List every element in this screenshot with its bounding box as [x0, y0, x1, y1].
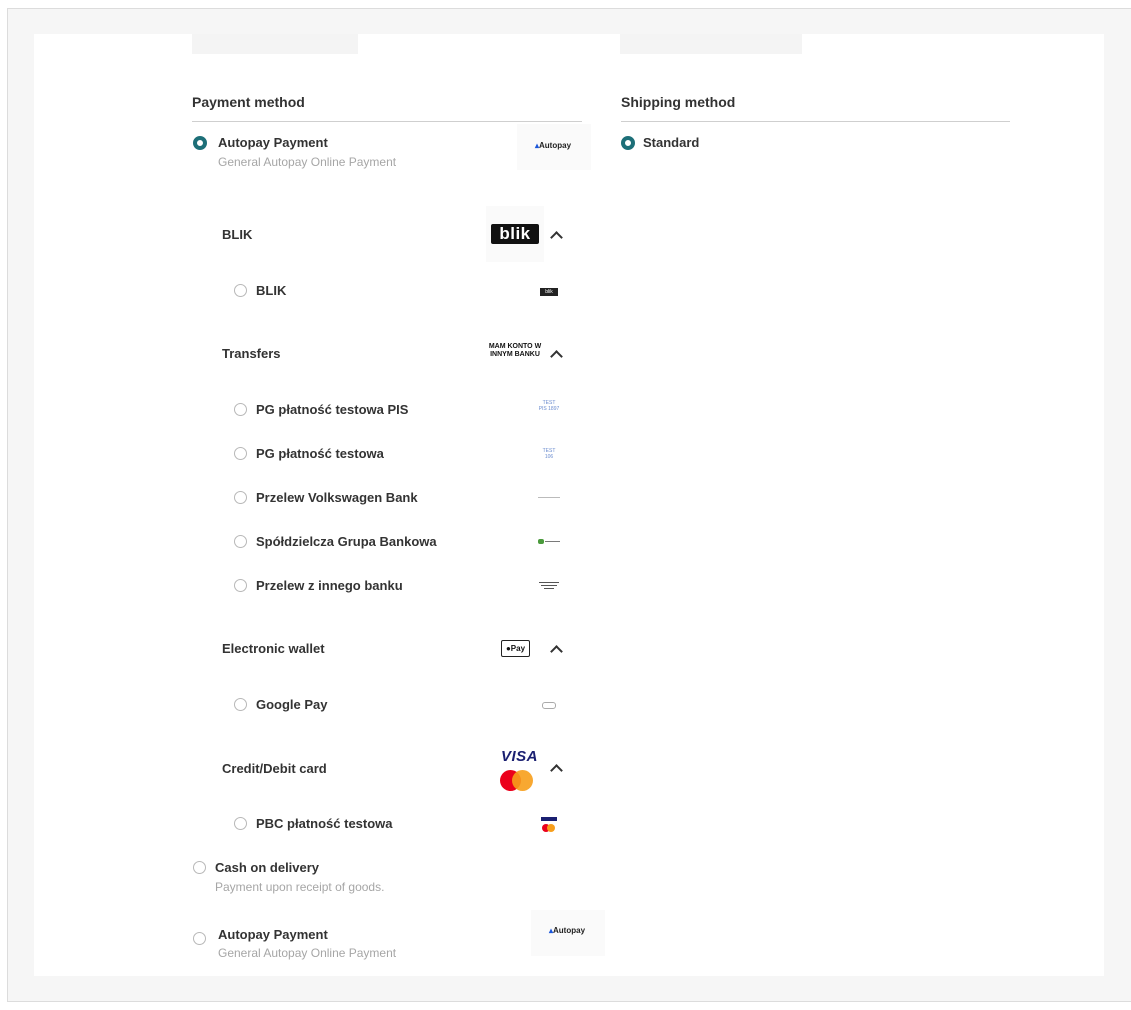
option-spoldzielcza-grupa-bankowa-label[interactable]: Spółdzielcza Grupa Bankowa: [256, 534, 437, 549]
checkout-panel: [34, 34, 1104, 976]
autopay-payment-description: General Autopay Online Payment: [218, 155, 397, 169]
option-przelew-volkswagen-bank-label[interactable]: Przelew Volkswagen Bank: [256, 490, 418, 505]
autopay-payment-2-description: General Autopay Online Payment: [218, 946, 397, 960]
test-logo: TEST 106: [542, 448, 556, 460]
cash-on-delivery-label[interactable]: Cash on delivery: [215, 860, 319, 875]
option-pbc-platnosc-testowa-label[interactable]: PBC płatność testowa: [256, 816, 393, 831]
autopay-payment-2-label[interactable]: Autopay Payment: [218, 927, 328, 942]
radio-standard-shipping[interactable]: [621, 136, 635, 150]
radio-pbc-platnosc-testowa[interactable]: [234, 817, 247, 830]
radio-blik[interactable]: [234, 284, 247, 297]
apple-pay-text: Pay: [510, 644, 526, 653]
mastercard-small-logo: [547, 824, 555, 832]
option-pg-platnosc-testowa-label[interactable]: PG płatność testowa: [256, 446, 384, 461]
cut-off-field: [192, 34, 358, 54]
option-blik-label[interactable]: BLIK: [256, 283, 286, 298]
group-electronic-wallet-label[interactable]: Electronic wallet: [222, 641, 325, 656]
group-transfers-label[interactable]: Transfers: [222, 346, 281, 361]
inny-bank-logo: [539, 581, 559, 591]
radio-spoldzielcza-grupa-bankowa[interactable]: [234, 535, 247, 548]
blik-logo: blik: [491, 224, 539, 244]
blik-small-logo: blik: [540, 288, 558, 296]
option-przelew-z-innego-banku-label[interactable]: Przelew z innego banku: [256, 578, 403, 593]
divider: [621, 121, 1010, 122]
radio-autopay-payment-2[interactable]: [193, 932, 206, 945]
apple-pay-logo: ●Pay: [501, 640, 530, 657]
test-pis-logo: TEST PIS 1897: [538, 400, 560, 412]
option-pg-platnosc-testowa-pis-label[interactable]: PG płatność testowa PIS: [256, 402, 408, 417]
radio-przelew-z-innego-banku[interactable]: [234, 579, 247, 592]
visa-small-logo: [541, 817, 557, 821]
radio-cash-on-delivery[interactable]: [193, 861, 206, 874]
shipping-method-title: Shipping method: [621, 94, 736, 110]
autopay-payment-label[interactable]: Autopay Payment: [218, 135, 328, 150]
radio-przelew-volkswagen-bank[interactable]: [234, 491, 247, 504]
group-blik-label[interactable]: BLIK: [222, 227, 252, 242]
sgb-logo: [538, 539, 560, 544]
shipping-standard-label[interactable]: Standard: [643, 135, 699, 150]
divider: [192, 121, 582, 122]
autopay-logo-text: ▴Autopay: [535, 141, 572, 150]
google-pay-logo: [542, 702, 556, 709]
payment-method-title: Payment method: [192, 94, 305, 110]
radio-pg-platnosc-testowa-pis[interactable]: [234, 403, 247, 416]
radio-autopay-payment[interactable]: [193, 136, 207, 150]
mam-konto-logo: MAM KONTO W INNYM BANKU: [488, 343, 542, 358]
group-credit-debit-card-label[interactable]: Credit/Debit card: [222, 761, 327, 776]
cash-on-delivery-description: Payment upon receipt of goods.: [215, 880, 385, 894]
mastercard-logo: [512, 770, 533, 791]
volkswagen-bank-logo: [538, 497, 560, 498]
radio-pg-platnosc-testowa[interactable]: [234, 447, 247, 460]
autopay-logo-2-text: ▴Autopay: [549, 926, 586, 935]
cut-off-field: [620, 34, 802, 54]
radio-google-pay[interactable]: [234, 698, 247, 711]
option-google-pay-label[interactable]: Google Pay: [256, 697, 328, 712]
visa-logo: VISA: [501, 748, 539, 765]
